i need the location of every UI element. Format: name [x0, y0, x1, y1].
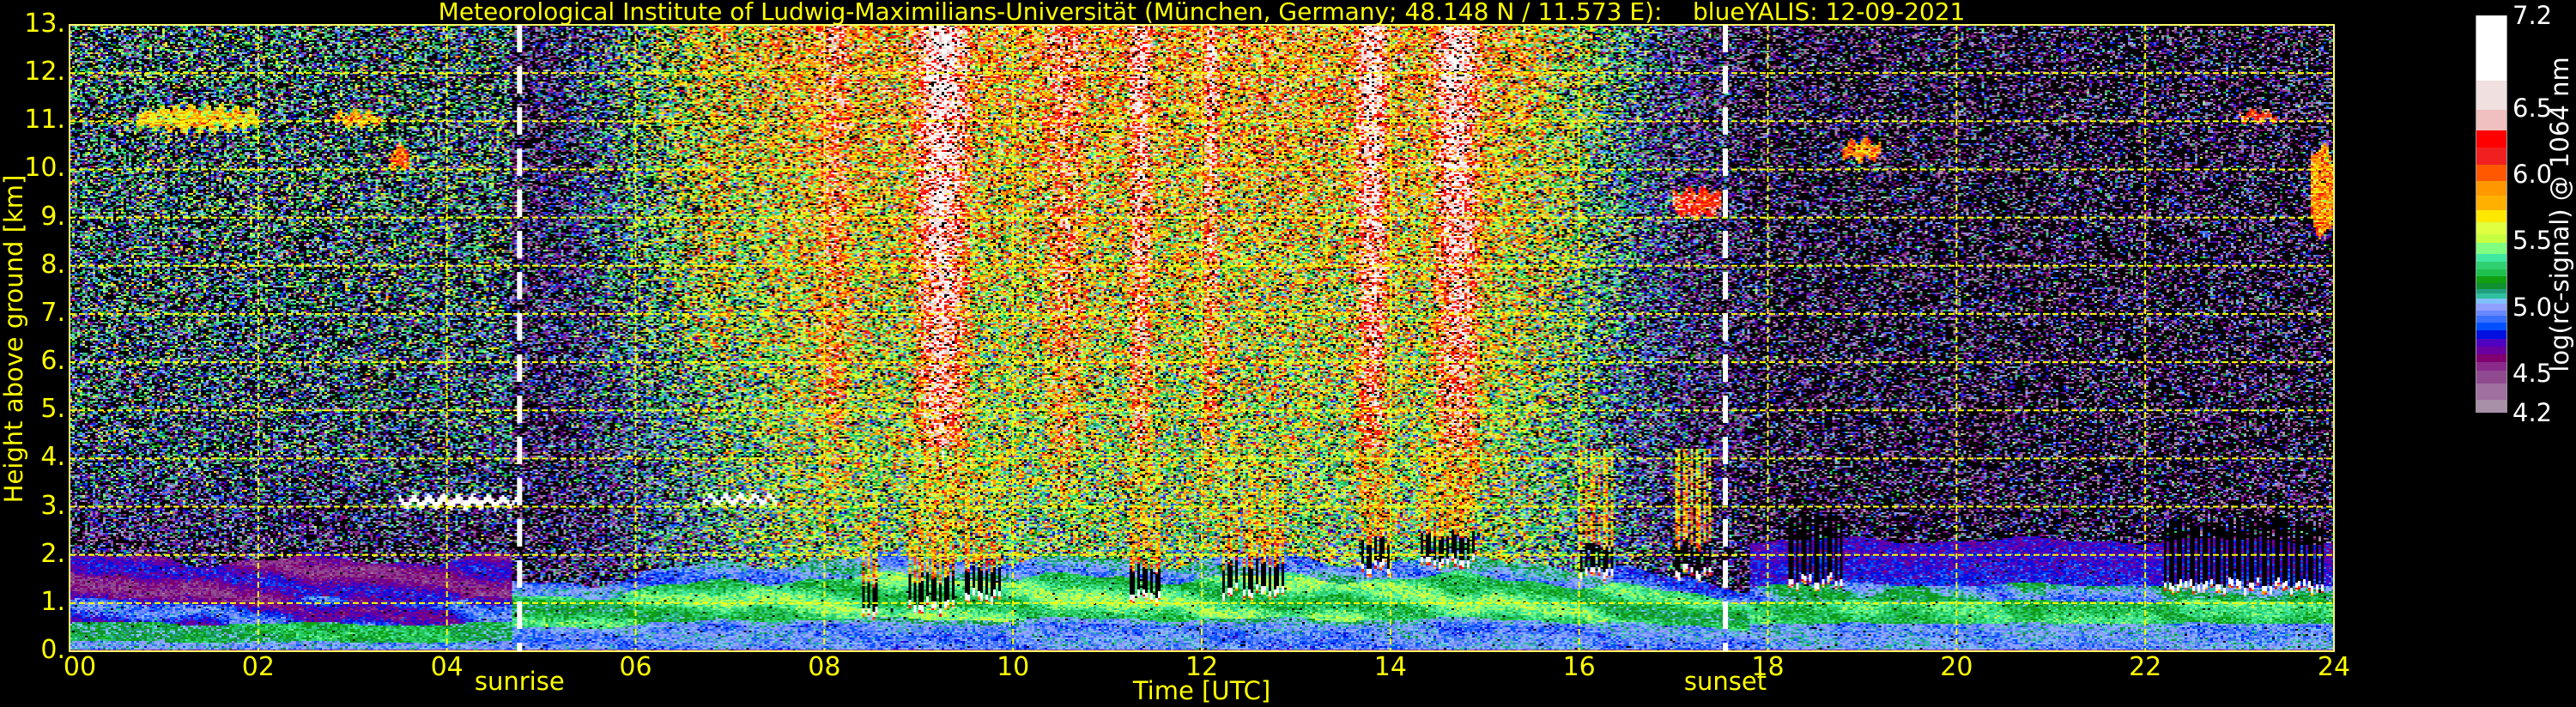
chart-title: Meteorological Institute of Ludwig-Maxim…	[438, 0, 1966, 26]
colorbar-tick-label: 4.2	[2512, 398, 2553, 427]
colorbar-bin	[2476, 299, 2506, 305]
colorbar-bin	[2476, 262, 2506, 270]
colorbar	[2476, 15, 2507, 413]
colorbar-bin	[2476, 289, 2506, 294]
sunset-label: sunset	[1683, 667, 1767, 696]
sunrise-label: sunrise	[474, 667, 565, 696]
colorbar-bin	[2476, 130, 2506, 148]
x-tick-label: 02	[241, 652, 275, 682]
x-tick-label: 10	[997, 652, 1030, 682]
y-tick-label: 6.	[40, 346, 65, 377]
y-tick-label: 0.	[40, 635, 65, 665]
colorbar-bin	[2476, 330, 2506, 339]
colorbar-bin	[2476, 253, 2506, 263]
colorbar-bin	[2476, 399, 2506, 413]
colorbar-bin	[2476, 293, 2506, 299]
colorbar-bin	[2476, 362, 2506, 371]
x-axis-label: Time [UTC]	[1132, 676, 1271, 705]
y-tick-label: 2.	[40, 538, 65, 569]
colorbar-bin	[2476, 221, 2506, 234]
colorbar-bin	[2476, 323, 2506, 331]
colorbar-bin	[2476, 304, 2506, 311]
y-tick-label: 7.	[40, 297, 65, 328]
y-tick-label: 8.	[40, 249, 65, 280]
colorbar-bin	[2476, 165, 2506, 181]
y-axis-label: Height above ground [km]	[0, 174, 28, 504]
y-tick-label: 10.	[24, 153, 65, 184]
x-tick-label: 16	[1562, 652, 1596, 682]
y-tick-label: 1.	[40, 586, 65, 617]
colorbar-bin	[2476, 346, 2506, 355]
y-tick-label: 12.	[24, 57, 65, 88]
x-tick-label: 24	[2317, 652, 2351, 682]
y-tick-label: 9.	[40, 201, 65, 232]
colorbar-bin	[2476, 269, 2506, 277]
colorbar-bin	[2476, 195, 2506, 210]
colorbar-bin	[2476, 338, 2506, 347]
colorbar-bin	[2476, 354, 2506, 363]
colorbar-bin	[2476, 80, 2506, 110]
colorbar-bin	[2476, 243, 2506, 254]
y-tick-label: 4.	[40, 442, 65, 473]
colorbar-bin	[2476, 384, 2506, 400]
colorbar-bin	[2476, 109, 2506, 131]
y-tick-label: 3.	[40, 490, 65, 521]
x-tick-label: 00	[63, 652, 97, 682]
x-tick-label: 14	[1373, 652, 1407, 682]
colorbar-label: log(rc-signal) @ 1064 nm	[2545, 57, 2574, 372]
colorbar-bin	[2476, 15, 2506, 81]
x-tick-label: 22	[2129, 652, 2162, 682]
colorbar-bin	[2476, 233, 2506, 244]
colorbar-bin	[2476, 276, 2506, 283]
colorbar-bin	[2476, 370, 2506, 384]
y-tick-label: 5.	[40, 394, 65, 425]
plot-area	[69, 24, 2335, 652]
x-tick-label: 06	[619, 652, 652, 682]
colorbar-bin	[2476, 316, 2506, 323]
colorbar-bin	[2476, 180, 2506, 196]
y-tick-label: 13.	[24, 9, 65, 39]
grid-overlay	[69, 24, 2335, 652]
colorbar-bin	[2476, 311, 2506, 317]
colorbar-bin	[2476, 209, 2506, 222]
colorbar-bin	[2476, 148, 2506, 166]
x-tick-label: 04	[430, 652, 464, 682]
colorbar-bin	[2476, 282, 2506, 290]
x-tick-label: 20	[1940, 652, 1973, 682]
y-tick-label: 11.	[24, 105, 65, 136]
x-tick-label: 08	[808, 652, 841, 682]
colorbar-tick-label: 7.2	[2512, 1, 2553, 30]
